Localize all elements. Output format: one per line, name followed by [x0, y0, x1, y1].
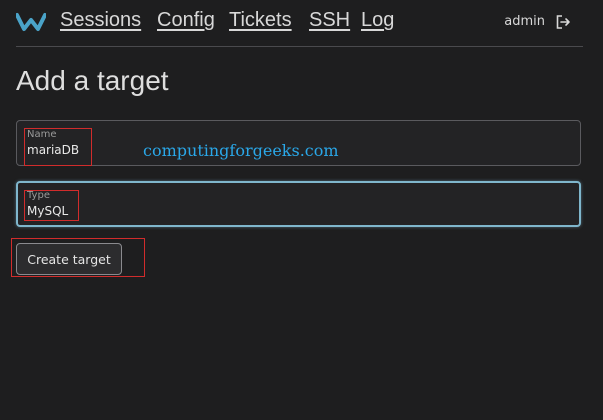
page-title: Add a target	[16, 65, 169, 96]
logout-icon[interactable]	[555, 14, 571, 30]
create-target-button[interactable]: Create target	[16, 243, 122, 275]
nav-link-tickets[interactable]: Tickets	[229, 9, 292, 32]
warpgate-logo-icon[interactable]	[16, 12, 46, 32]
name-field-label: Name	[27, 129, 57, 140]
type-input[interactable]	[27, 204, 547, 218]
watermark-text: computingforgeeks.com	[143, 141, 339, 160]
top-nav: Sessions Config Tickets SSH Log admin	[16, 0, 583, 47]
type-field[interactable]: Type	[16, 181, 581, 227]
type-field-label: Type	[27, 190, 50, 201]
nav-link-log[interactable]: Log	[361, 9, 394, 32]
current-user: admin	[504, 14, 545, 29]
nav-link-sessions[interactable]: Sessions	[60, 9, 141, 32]
nav-link-ssh[interactable]: SSH	[309, 9, 350, 32]
nav-link-config[interactable]: Config	[157, 9, 215, 32]
